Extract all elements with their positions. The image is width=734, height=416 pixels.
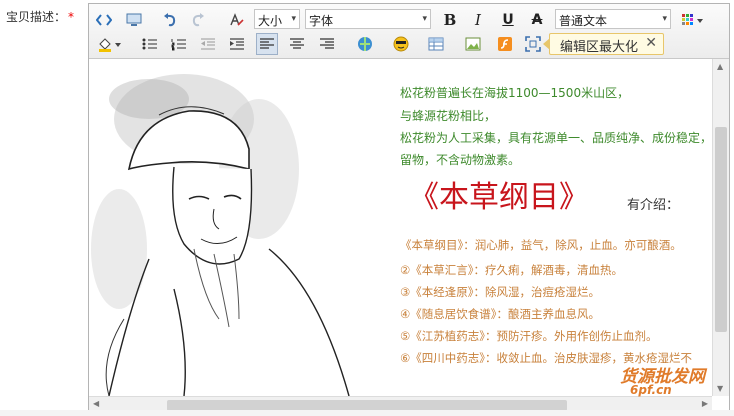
maximize-label: 编辑区最大化 [560, 40, 639, 55]
description-label: 宝贝描述： * [6, 8, 74, 25]
clear-format-icon[interactable] [225, 9, 247, 31]
emoticon-icon[interactable] [390, 33, 412, 55]
scroll-down-icon[interactable]: ▼ [717, 384, 723, 393]
scroll-left-icon[interactable]: ◀ [93, 399, 99, 408]
align-left-icon[interactable] [256, 33, 278, 55]
herb-note-1: 《本草纲目》：润心肺，益气，除风，止血。亦可酿酒。 [400, 238, 682, 252]
big-title: 《本草纲目》 [409, 180, 589, 215]
strikethrough-icon[interactable]: A [526, 9, 548, 31]
editor-toolbar: 大小 ▾ 字体 ▾ B I U A 普通文本 ▾ 编辑区最大化 ✕ [89, 4, 729, 59]
paragraph-4: 留物，不含动物激素。 [400, 153, 521, 167]
herb-note-3: ③《本经逢原》：除风湿，治痘疮湿烂。 [400, 285, 601, 299]
image-icon[interactable] [462, 33, 484, 55]
undo-icon[interactable] [159, 9, 181, 31]
paragraph-1: 松花粉普遍长在海拔1100—1500米山区， [400, 86, 630, 100]
preview-icon[interactable] [123, 9, 145, 31]
chevron-down-icon: ▾ [662, 14, 667, 24]
intro-label: 有介绍： [627, 198, 680, 213]
sage-portrait-image [91, 74, 350, 396]
description-label-text: 宝贝描述： [6, 10, 67, 24]
table-icon[interactable] [425, 33, 447, 55]
paragraph-3: 松花粉为人工采集，具有花源单一、品质纯净、成份稳定， [400, 131, 712, 145]
link-icon[interactable] [354, 33, 376, 55]
paragraph-2: 与蜂源花粉相比， [400, 109, 497, 123]
scroll-right-icon[interactable]: ▶ [702, 399, 708, 408]
outdent-icon[interactable] [197, 33, 219, 55]
font-size-select[interactable]: 大小 ▾ [254, 9, 300, 29]
underline-icon[interactable]: U [497, 9, 519, 31]
herb-note-4: ④《随息居饮食谱》：酿酒主养血息风。 [400, 307, 601, 321]
herb-note-2: ②《本草汇言》：疗久痢，解酒毒，清血热。 [400, 263, 624, 277]
align-center-icon[interactable] [286, 33, 308, 55]
flash-icon[interactable] [494, 33, 516, 55]
indent-icon[interactable] [226, 33, 248, 55]
fullscreen-icon[interactable] [522, 33, 544, 55]
source-code-icon[interactable] [93, 9, 115, 31]
bold-icon[interactable]: B [439, 9, 461, 31]
font-family-select[interactable]: 字体 ▾ [305, 9, 431, 29]
vertical-scrollbar[interactable]: ▲ ▼ [712, 59, 729, 396]
color-grid-icon[interactable] [679, 9, 707, 31]
editor-content-area[interactable]: 松花粉普遍长在海拔1100—1500米山区， 与蜂源花粉相比， 松花粉为人工采集… [89, 59, 712, 396]
chevron-down-icon: ▾ [422, 14, 427, 24]
maximize-editor-tooltip[interactable]: 编辑区最大化 ✕ [543, 33, 664, 55]
scroll-up-icon[interactable]: ▲ [717, 62, 723, 71]
number-list-icon[interactable] [168, 33, 190, 55]
italic-icon[interactable]: I [467, 9, 489, 31]
watermark-url: 6pf.cn [630, 383, 672, 397]
chevron-down-icon: ▾ [291, 14, 296, 24]
fill-color-icon[interactable] [95, 33, 123, 55]
format-select[interactable]: 普通文本 ▾ [555, 9, 671, 29]
herb-note-5: ⑤《江苏植药志》：预防汗疹。外用作创伤止血剂。 [400, 329, 658, 343]
bottom-strip [0, 410, 734, 416]
required-mark: * [68, 10, 75, 24]
close-icon[interactable]: ✕ [645, 35, 657, 51]
format-label: 普通文本 [559, 14, 608, 28]
vertical-scroll-thumb[interactable] [715, 127, 727, 332]
rich-text-editor[interactable]: 大小 ▾ 字体 ▾ B I U A 普通文本 ▾ 编辑区最大化 ✕ 松花粉普遍长… [88, 3, 730, 416]
font-size-label: 大小 [258, 14, 283, 28]
align-right-icon[interactable] [316, 33, 338, 55]
bullet-list-icon[interactable] [139, 33, 161, 55]
redo-icon[interactable] [187, 9, 209, 31]
font-family-label: 字体 [309, 14, 334, 28]
